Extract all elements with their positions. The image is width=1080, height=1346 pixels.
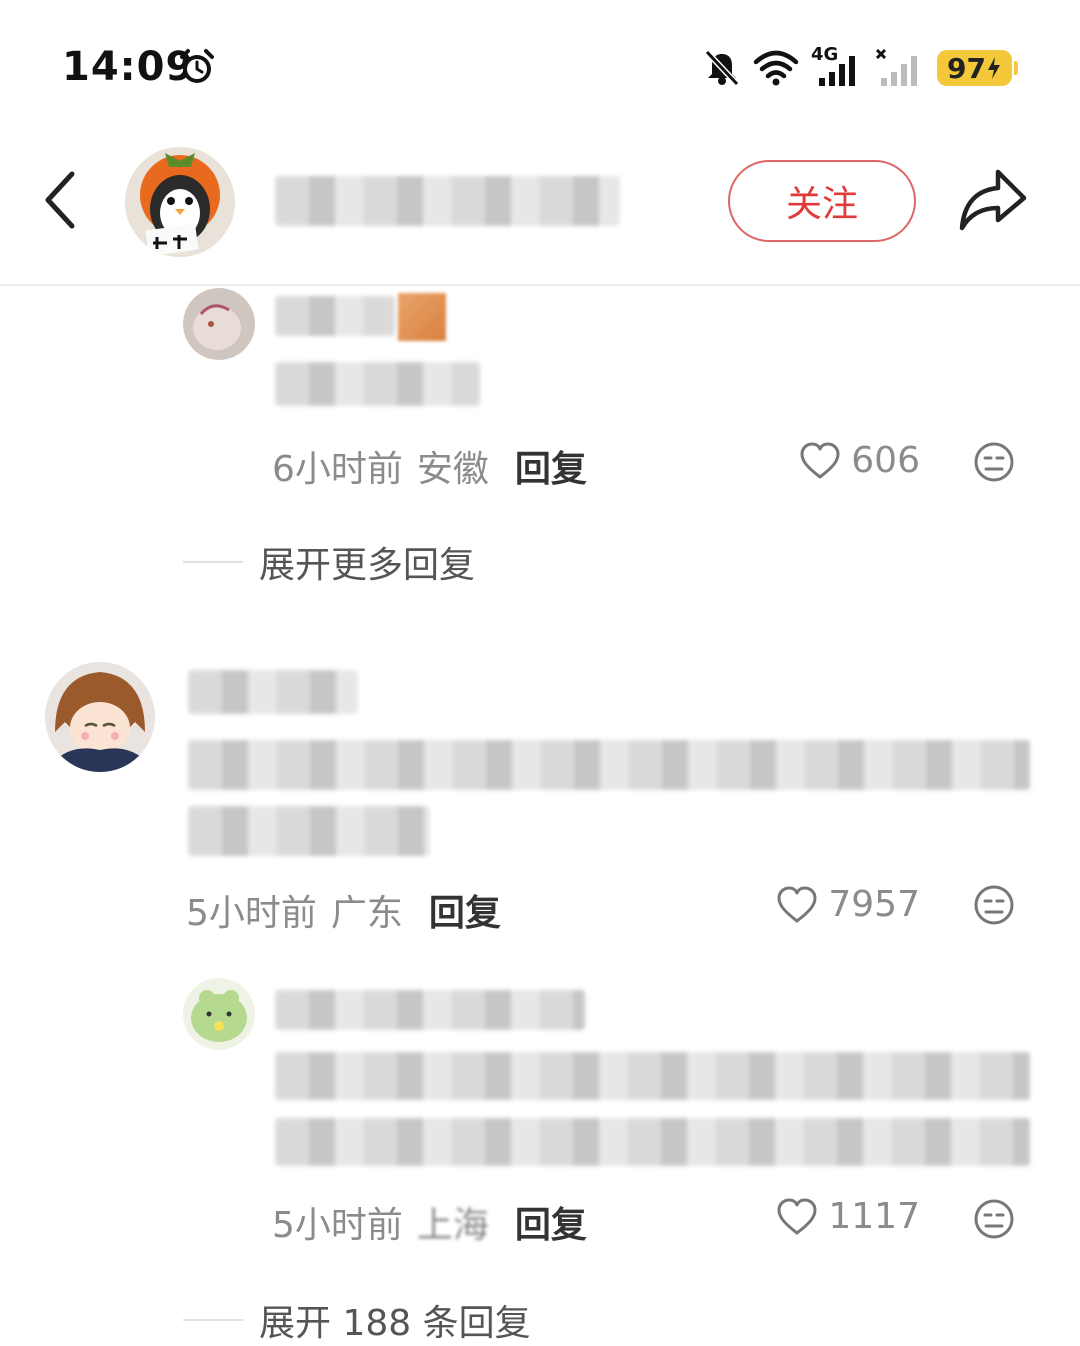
charging-icon xyxy=(988,57,1000,79)
comment-text-redacted xyxy=(188,740,1030,790)
heart-icon xyxy=(777,1198,817,1234)
commenter-name-redacted xyxy=(188,670,358,714)
comment-location: 上海 xyxy=(416,1205,489,1246)
follow-button[interactable]: 关注 xyxy=(728,160,916,242)
meh-face-icon[interactable] xyxy=(973,441,1015,483)
battery-percent: 97 xyxy=(947,51,986,85)
comment-time: 5小时前 xyxy=(186,893,317,934)
meh-face-icon[interactable] xyxy=(973,884,1015,926)
heart-icon xyxy=(800,442,840,478)
expand-line xyxy=(183,1319,243,1321)
signal-icon-primary: 4G xyxy=(811,44,863,88)
like-count: 1117 xyxy=(828,1196,920,1237)
reply-button[interactable]: 回复 xyxy=(429,884,501,936)
header-divider xyxy=(0,284,1080,286)
comment-time: 5小时前 xyxy=(272,1205,403,1246)
penguin-avatar-image xyxy=(125,147,235,257)
back-arrow-icon[interactable] xyxy=(40,170,84,230)
commenter-avatar[interactable] xyxy=(183,978,255,1050)
alarm-icon xyxy=(180,49,214,83)
commenter-avatar[interactable] xyxy=(183,288,255,360)
expand-more-replies[interactable]: 展开更多回复 xyxy=(183,536,475,588)
signal-icon-secondary xyxy=(875,48,918,86)
battery-level: 97 xyxy=(937,50,1012,86)
like-count: 606 xyxy=(851,440,920,481)
status-time: 14:09 xyxy=(62,44,195,90)
status-icons: 4G 97 xyxy=(703,44,1018,90)
comment-time: 6小时前 xyxy=(272,449,403,490)
frog-avatar-image xyxy=(183,978,255,1050)
expand-label: 展开 188 条回复 xyxy=(259,1303,531,1344)
commenter-badge-redacted xyxy=(398,293,446,341)
like-button[interactable]: 1117 xyxy=(776,1196,920,1237)
author-avatar[interactable] xyxy=(125,147,235,257)
commenter-avatar[interactable] xyxy=(45,662,155,772)
bell-off-icon xyxy=(704,49,740,87)
comment-meta: 5小时前 广东 回复 xyxy=(186,884,501,936)
expand-replies[interactable]: 展开 188 条回复 xyxy=(183,1294,531,1346)
heart-icon xyxy=(777,886,817,922)
author-name-redacted xyxy=(275,176,620,226)
comment-text-redacted xyxy=(275,362,480,406)
like-count: 7957 xyxy=(828,884,920,925)
expand-line xyxy=(183,561,243,563)
reply-button[interactable]: 回复 xyxy=(515,440,587,492)
comment-text-redacted xyxy=(275,1052,1030,1100)
commenter-name-redacted xyxy=(275,990,585,1030)
battery-indicator: 97 xyxy=(937,50,1018,86)
comment-meta: 6小时前 安徽 回复 xyxy=(272,440,587,492)
like-button[interactable]: 606 xyxy=(799,440,920,481)
meh-face-icon[interactable] xyxy=(973,1198,1015,1240)
anime-girl-avatar-image xyxy=(45,662,155,772)
commenter-name-redacted xyxy=(275,296,395,336)
battery-tip xyxy=(1014,61,1018,75)
signal-icon xyxy=(819,56,856,86)
comment-text-redacted xyxy=(275,1118,1030,1166)
comment-location: 安徽 xyxy=(416,449,489,490)
expand-label: 展开更多回复 xyxy=(259,545,476,586)
comment-meta: 5小时前 上海 回复 xyxy=(272,1196,587,1248)
wifi-icon xyxy=(753,50,799,86)
doll-avatar-image xyxy=(183,288,255,360)
comment-location: 广东 xyxy=(330,893,403,934)
reply-button[interactable]: 回复 xyxy=(515,1196,587,1248)
comment-text-redacted xyxy=(188,806,430,856)
share-icon[interactable] xyxy=(958,166,1028,232)
like-button[interactable]: 7957 xyxy=(776,884,920,925)
